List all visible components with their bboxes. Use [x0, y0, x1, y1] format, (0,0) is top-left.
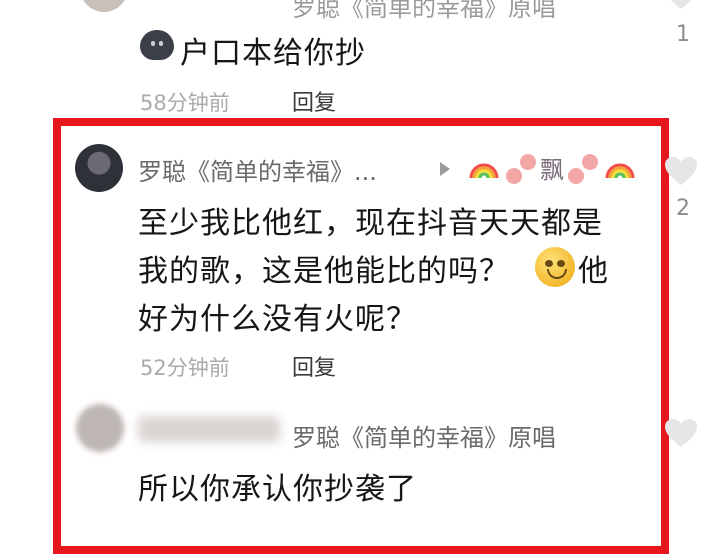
smile-emoji [535, 247, 575, 287]
reply-button[interactable]: 回复 [292, 85, 336, 117]
comment-text-line: 好为什么没有火呢？ [138, 302, 417, 337]
comment-author[interactable]: 罗聪《简单的幸福》原唱 [292, 0, 556, 23]
heart-icon[interactable] [664, 156, 698, 186]
decoration-char: 飘 [540, 156, 564, 184]
blurred-username [138, 416, 280, 442]
like-count: 1 [676, 22, 690, 47]
comment-text: 户口本给你抄 [180, 36, 366, 71]
rainbow-emoji [469, 163, 499, 179]
comment-text: 所以你承认你抄袭了 [138, 472, 417, 507]
comment-timestamp: 58分钟前 [140, 91, 230, 115]
comment-text-line: 他 [578, 254, 609, 289]
paw-emoji [520, 154, 536, 170]
comment-author[interactable]: 罗聪《简单的幸福》... [138, 152, 377, 187]
paw-emoji [506, 168, 522, 184]
comment-author[interactable]: 罗聪《简单的幸福》原唱 [292, 418, 556, 453]
emoji-icon [140, 30, 174, 60]
comment-text-line: 至少我比他红，现在抖音天天都是 [138, 206, 603, 241]
paw-emoji [568, 168, 584, 184]
comment-text-line: 我的歌，这是他能比的吗？ [138, 254, 510, 289]
reply-button[interactable]: 回复 [292, 350, 336, 382]
heart-icon[interactable] [664, 0, 698, 10]
rainbow-emoji [605, 163, 635, 179]
avatar[interactable] [76, 404, 124, 452]
comment-timestamp: 52分钟前 [140, 356, 230, 380]
paw-emoji [582, 154, 598, 170]
avatar[interactable] [80, 0, 128, 12]
heart-icon[interactable] [664, 418, 698, 448]
play-triangle-icon [440, 162, 450, 176]
avatar[interactable] [75, 144, 123, 192]
like-count: 2 [676, 196, 690, 221]
